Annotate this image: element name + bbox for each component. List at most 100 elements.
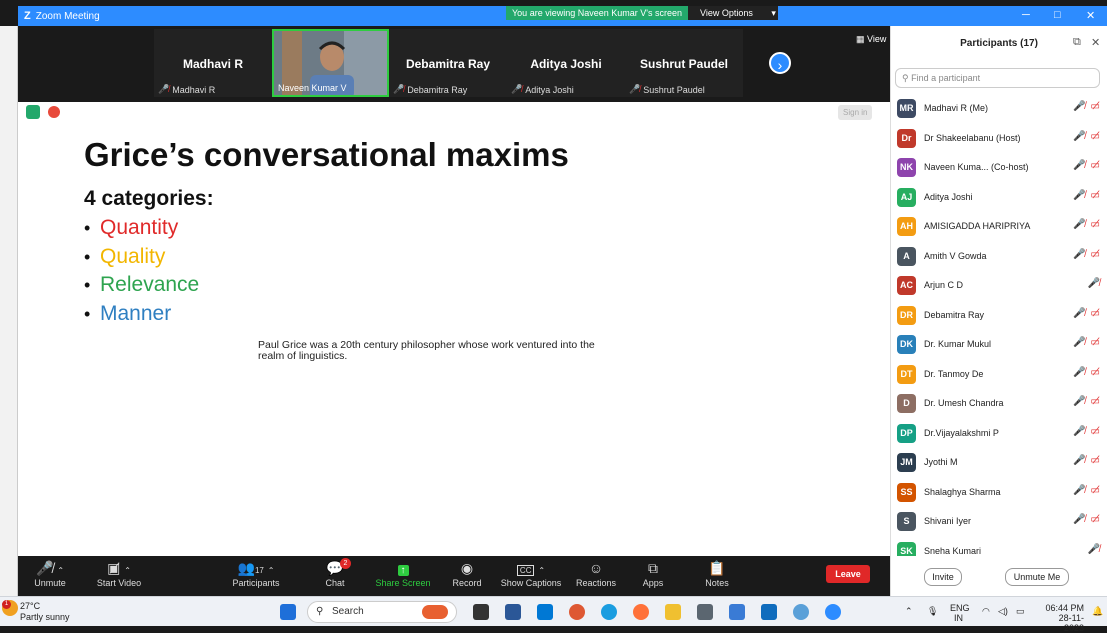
video-off-icon: ▭̸ — [1090, 101, 1100, 112]
chrome-icon[interactable] — [569, 604, 585, 620]
battery-icon[interactable]: ▭ — [1016, 606, 1025, 616]
language-indicator[interactable]: ENG IN — [950, 603, 970, 623]
participant-row[interactable]: JM Jyothi M 🎤̸ ▭̸ — [891, 448, 1104, 478]
participant-row[interactable]: AJ Aditya Joshi 🎤̸ ▭̸ — [891, 183, 1104, 213]
notes-button[interactable]: 📋 Notes — [702, 558, 732, 588]
search-icon: ⚲ — [316, 606, 324, 617]
volume-icon[interactable]: ◁) — [998, 606, 1008, 616]
shield-icon[interactable] — [26, 105, 40, 119]
mic-muted-icon: 🎤̸ — [393, 84, 405, 94]
chevron-up-icon[interactable]: ⌃ — [905, 606, 913, 616]
participant-row[interactable]: DP Dr.Vijayalakshmi P 🎤̸ ▭̸ — [891, 419, 1104, 449]
tile-label-text: Madhavi R — [172, 84, 216, 95]
record-label: Record — [452, 578, 482, 588]
viewing-banner: You are viewing Naveen Kumar V's screen — [506, 6, 688, 20]
participants-button[interactable]: 👥17 ⌃ Participants — [228, 558, 284, 588]
view-options-button[interactable]: View Options ▾ — [688, 6, 778, 20]
participant-name: Shivani Iyer — [924, 516, 972, 526]
participant-row[interactable]: AC Arjun C D 🎤̸ — [891, 271, 1104, 301]
avatar: Dr — [897, 128, 916, 148]
file-explorer-icon[interactable] — [665, 604, 681, 620]
mic-muted-icon: 🎤̸ — [629, 84, 641, 94]
participant-row[interactable]: Dr Dr Shakeelabanu (Host) 🎤̸ ▭̸ — [891, 124, 1104, 154]
document-icon[interactable] — [729, 604, 745, 620]
close-button[interactable]: ✕ — [1086, 9, 1095, 22]
participant-row[interactable]: D Dr. Umesh Chandra 🎤̸ ▭̸ — [891, 389, 1104, 419]
list-item: • Quality — [84, 243, 199, 272]
unmute-button[interactable]: 🎤̸ ⌃ Unmute — [30, 558, 70, 588]
weather-widget[interactable]: 27°C Partly sunny — [20, 601, 70, 623]
close-icon[interactable]: ✕ — [1091, 36, 1100, 49]
mic-muted-icon: 🎤̸ — [1073, 396, 1086, 407]
unmute-me-button[interactable]: Unmute Me — [1005, 568, 1069, 586]
store-icon[interactable] — [761, 604, 777, 620]
clock[interactable]: 06:44 PM 28-11-2023 — [1040, 603, 1084, 633]
video-tile[interactable]: Aditya Joshi 🎤̸ Aditya Joshi — [507, 29, 625, 97]
participant-row[interactable]: S Shivani Iyer 🎤̸ ▭̸ — [891, 507, 1104, 537]
participant-status-icons: 🎤̸ — [1088, 544, 1100, 555]
notification-bell-icon[interactable]: 🔔 — [1092, 606, 1103, 616]
video-off-icon: ▭̸ — [1090, 337, 1100, 348]
weather-icon[interactable]: 1 — [2, 600, 18, 616]
taskbar-search[interactable]: ⚲ Search — [307, 601, 457, 623]
sign-in-button[interactable]: Sign in — [838, 105, 873, 120]
edge-icon[interactable] — [601, 604, 617, 620]
leave-button[interactable]: Leave — [826, 565, 870, 583]
title-bar: Z Zoom Meeting You are viewing Naveen Ku… — [18, 6, 1107, 26]
invite-button[interactable]: Invite — [924, 568, 962, 586]
globe-icon[interactable] — [793, 604, 809, 620]
participant-row[interactable]: NK Naveen Kuma... (Co-host) 🎤̸ ▭̸ — [891, 153, 1104, 183]
participant-name: Amith V Gowda — [924, 250, 987, 261]
search-placeholder: Find a participant — [911, 73, 981, 83]
avatar: MR — [897, 99, 916, 118]
video-tile[interactable]: Madhavi R 🎤̸ Madhavi R — [154, 29, 272, 97]
search-highlight-icon — [422, 605, 448, 619]
record-button[interactable]: ◉ Record — [450, 558, 484, 588]
video-tile[interactable]: Sushrut Paudel 🎤̸ Sushrut Paudel — [625, 29, 743, 97]
show-captions-button[interactable]: CC ⌃ Show Captions — [500, 558, 562, 588]
participant-row[interactable]: DT Dr. Tanmoy De 🎤̸ ▭̸ — [891, 360, 1104, 390]
participant-row[interactable]: AH AMISIGADDA HARIPRIYA 🎤̸ ▭̸ — [891, 212, 1104, 242]
wifi-icon[interactable]: ◠ — [982, 606, 990, 616]
apps-button[interactable]: ⧉ Apps — [638, 558, 668, 588]
mic-muted-icon: 🎤̸ — [158, 84, 170, 94]
start-video-button[interactable]: ▣̸ ⌃ Start Video — [94, 558, 144, 588]
search-input[interactable]: ⚲ Find a participant — [895, 68, 1100, 88]
maximize-button[interactable]: □ — [1054, 9, 1061, 21]
participant-status-icons: 🎤̸ ▭̸ — [1073, 485, 1100, 496]
participant-row[interactable]: DR Debamitra Ray 🎤̸ ▭̸ — [891, 301, 1104, 331]
participant-row[interactable]: MR Madhavi R (Me) 🎤̸ ▭̸ — [891, 94, 1104, 124]
share-screen-button[interactable]: ↑ Share Screen — [374, 558, 432, 588]
participant-status-icons: 🎤̸ — [1088, 278, 1100, 289]
video-off-icon: ▭̸ — [1090, 160, 1100, 171]
reactions-button[interactable]: ☺ Reactions — [574, 558, 618, 588]
firefox-icon[interactable] — [633, 604, 649, 620]
captions-icon: CC ⌃ — [500, 558, 562, 578]
task-view-icon[interactable] — [473, 604, 489, 620]
windows-taskbar: 1 27°C Partly sunny ⚲ Search ⌃ 🎙 ENG IN … — [0, 596, 1107, 633]
zoom-taskbar-icon[interactable] — [825, 604, 841, 620]
mic-muted-icon: 🎤̸ — [1073, 189, 1086, 201]
minimize-button[interactable]: ─ — [1022, 9, 1030, 21]
video-tile-active[interactable]: Naveen Kumar V — [272, 29, 389, 97]
participant-row[interactable]: A Amith V Gowda 🎤̸ ▭̸ — [891, 242, 1104, 272]
teams-icon[interactable] — [505, 604, 521, 620]
mic-icon[interactable]: 🎙 — [927, 606, 938, 616]
participant-status-icons: 🎤̸ ▭̸ — [1073, 426, 1100, 437]
mail-icon[interactable] — [537, 604, 553, 620]
chevron-right-icon[interactable]: › — [769, 52, 791, 74]
video-off-icon: ▭̸ — [1090, 248, 1100, 260]
avatar: DK — [897, 335, 916, 354]
participant-row[interactable]: SS Shalaghya Sharma 🎤̸ ▭̸ — [891, 478, 1104, 508]
popout-icon[interactable]: ⧉ — [1073, 36, 1081, 49]
participant-row[interactable]: DK Dr. Kumar Mukul 🎤̸ ▭̸ — [891, 330, 1104, 360]
participants-panel: Participants (17) ⧉ ✕ ⚲ Find a participa… — [890, 26, 1107, 596]
chat-button[interactable]: 💬 2 Chat — [320, 558, 351, 588]
start-icon[interactable] — [280, 604, 296, 620]
avatar: AH — [897, 217, 916, 236]
chevron-down-icon: ▾ — [771, 8, 776, 18]
video-tile[interactable]: Debamitra Ray 🎤̸ Debamitra Ray — [389, 29, 507, 97]
weather-badge: 1 — [2, 600, 11, 609]
view-button[interactable]: ▦ View — [856, 34, 886, 45]
calculator-icon[interactable] — [697, 604, 713, 620]
